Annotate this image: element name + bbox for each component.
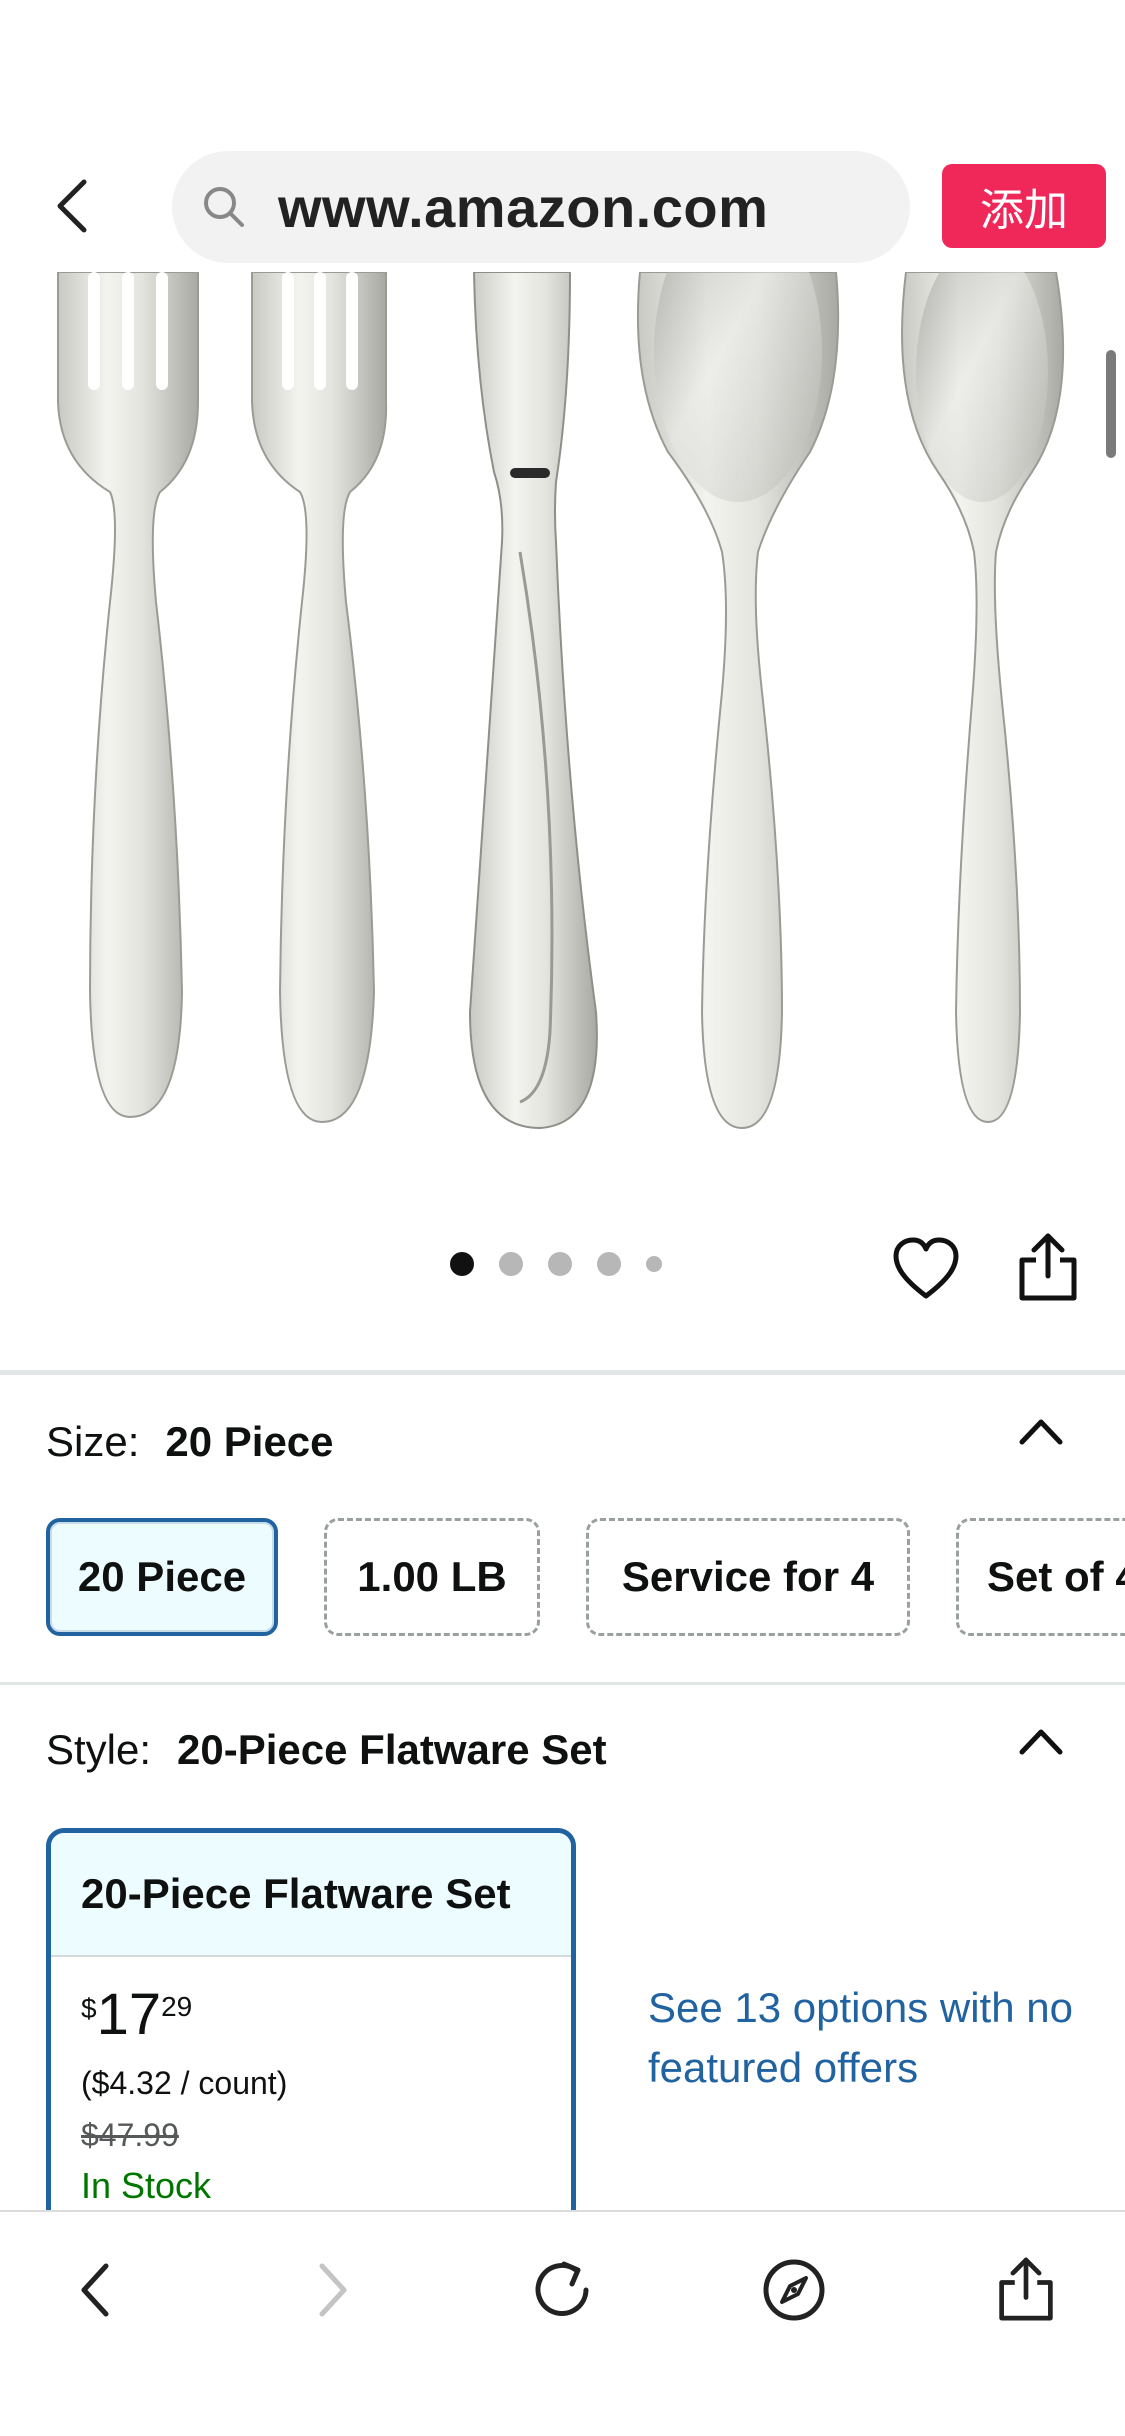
address-bar[interactable]: www.amazon.com: [172, 151, 910, 263]
chevron-left-icon: [81, 2263, 109, 2317]
dinner-fork: [251, 272, 388, 1124]
unit-price: ($4.32 / count): [81, 2065, 288, 2101]
size-option[interactable]: Set of 4: [956, 1518, 1125, 1636]
nav-back-button[interactable]: [56, 2250, 136, 2330]
wishlist-button[interactable]: [892, 1236, 960, 1304]
size-option[interactable]: 1.00 LB: [324, 1518, 540, 1636]
back-button[interactable]: [44, 170, 100, 242]
compass-icon: [763, 2259, 825, 2321]
list-price: $47.99: [81, 2117, 179, 2153]
teaspoon: [901, 272, 1065, 1124]
heart-icon: [893, 1237, 959, 1299]
tablespoon: [636, 272, 840, 1130]
see-options-link[interactable]: See 13 options with no featured offers: [648, 1978, 1088, 2098]
toolbar-share-button[interactable]: [986, 2250, 1066, 2330]
style-card-title: 20-Piece Flatware Set: [51, 1833, 571, 1957]
chevron-up-icon: [1019, 1419, 1063, 1445]
style-collapse-button[interactable]: [1016, 1722, 1066, 1758]
flatware-image: [57, 272, 1065, 1130]
search-icon: [204, 187, 244, 227]
size-option[interactable]: 20 Piece: [46, 1518, 278, 1636]
browser-top-bar: www.amazon.com 添加: [0, 0, 1125, 272]
dinner-knife: [468, 272, 598, 1130]
share-button[interactable]: [1016, 1232, 1080, 1304]
style-label: Style:: [46, 1726, 152, 1773]
salad-fork: [57, 272, 199, 1119]
price-fraction: 29: [161, 1991, 193, 2022]
product-image[interactable]: [0, 272, 1125, 1172]
page-scrollbar[interactable]: [1106, 350, 1116, 458]
section-divider: [0, 1682, 1125, 1685]
reload-button[interactable]: [522, 2250, 602, 2330]
carousel-dot[interactable]: [646, 1256, 662, 1272]
carousel-dot[interactable]: [597, 1252, 621, 1276]
carousel-dot[interactable]: [499, 1252, 523, 1276]
section-divider: [0, 1370, 1125, 1375]
carousel-dot[interactable]: [548, 1252, 572, 1276]
nav-forward-button[interactable]: [292, 2250, 372, 2330]
size-label: Size:: [46, 1418, 140, 1465]
chevron-right-icon: [319, 2263, 347, 2317]
size-options: 20 Piece 1.00 LB Service for 4 Set of 4: [46, 1518, 1125, 1638]
browser-bottom-bar: [0, 2210, 1125, 2436]
carousel-dot[interactable]: [450, 1252, 474, 1276]
size-label-row: Size: 20 Piece: [46, 1418, 334, 1466]
share-icon: [1019, 1233, 1077, 1301]
reload-icon: [535, 2261, 589, 2316]
chevron-left-icon: [57, 179, 87, 233]
image-carousel-controls: [0, 1210, 1125, 1320]
size-option[interactable]: Service for 4: [586, 1518, 910, 1636]
chevron-up-icon: [1019, 1729, 1063, 1755]
style-value: 20-Piece Flatware Set: [177, 1726, 607, 1773]
style-label-row: Style: 20-Piece Flatware Set: [46, 1726, 607, 1774]
compass-button[interactable]: [754, 2250, 834, 2330]
stock-status: In Stock: [81, 2165, 212, 2206]
price: $ 17 29: [81, 1985, 192, 2045]
size-value: 20 Piece: [165, 1418, 334, 1465]
price-currency: $: [81, 1993, 97, 2024]
url-text: www.amazon.com: [278, 175, 769, 239]
share-icon: [999, 2257, 1053, 2321]
carousel-dots: [450, 1252, 687, 1276]
add-button[interactable]: 添加: [942, 164, 1106, 248]
price-whole: 17: [96, 1982, 162, 2047]
size-collapse-button[interactable]: [1016, 1412, 1066, 1448]
